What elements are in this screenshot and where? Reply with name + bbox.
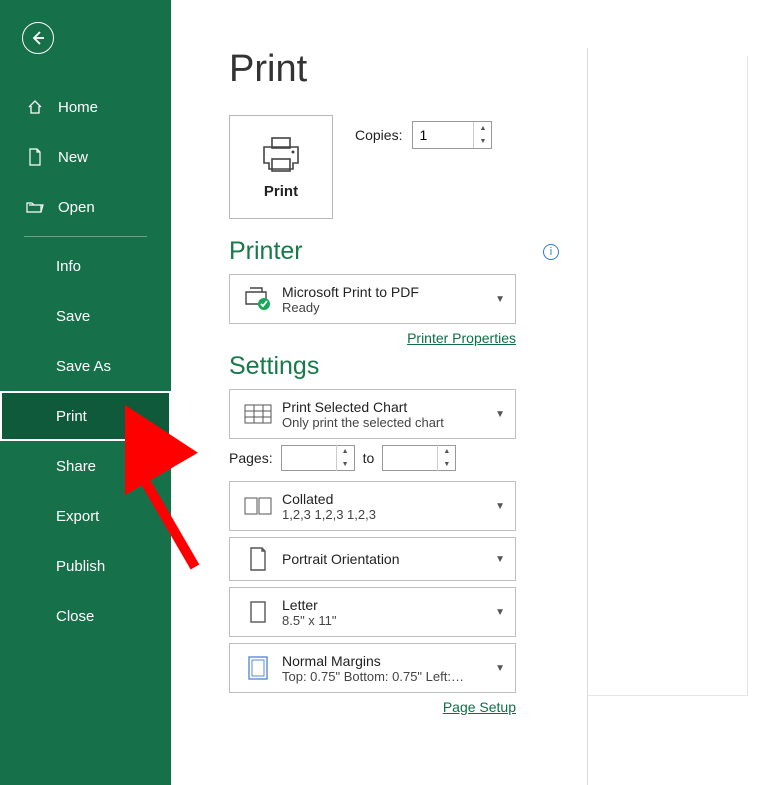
orientation-title: Portrait Orientation (282, 551, 493, 567)
pages-to-label: to (363, 450, 375, 466)
sidebar-item-label: Save As (56, 358, 111, 375)
pages-to-spinner[interactable]: ▲▼ (382, 445, 456, 471)
copies-increment[interactable]: ▲ (474, 122, 491, 135)
collate-selector[interactable]: Collated 1,2,3 1,2,3 1,2,3 ▼ (229, 481, 516, 531)
sidebar-item-new[interactable]: New (0, 132, 171, 182)
pages-to-down[interactable]: ▼ (438, 458, 455, 471)
back-arrow-icon (30, 30, 46, 46)
pages-from-up[interactable]: ▲ (337, 445, 354, 458)
printer-heading: Printer (229, 237, 303, 266)
chevron-down-icon: ▼ (493, 607, 507, 618)
copies-label: Copies: (355, 127, 402, 143)
scope-title: Print Selected Chart (282, 399, 493, 415)
sidebar-item-label: Print (56, 408, 87, 425)
copies-spinner[interactable]: ▲ ▼ (412, 121, 492, 149)
sidebar-item-home[interactable]: Home (0, 82, 171, 132)
sidebar-item-open[interactable]: Open (0, 182, 171, 232)
grid-icon (238, 404, 278, 424)
pages-label: Pages: (229, 450, 273, 466)
margins-selector[interactable]: Normal Margins Top: 0.75" Bottom: 0.75" … (229, 643, 516, 693)
sidebar-item-label: Open (58, 199, 95, 216)
folder-open-icon (24, 200, 46, 214)
sidebar-item-label: Info (56, 258, 81, 275)
back-button[interactable] (22, 22, 54, 54)
chevron-down-icon: ▼ (493, 663, 507, 674)
sidebar-item-close[interactable]: Close (0, 591, 171, 641)
chevron-down-icon: ▼ (493, 501, 507, 512)
paper-size-selector[interactable]: Letter 8.5" x 11" ▼ (229, 587, 516, 637)
paper-sub: 8.5" x 11" (282, 613, 493, 628)
page-title: Print (229, 48, 559, 91)
copies-decrement[interactable]: ▼ (474, 135, 491, 148)
printer-status: Ready (282, 300, 493, 315)
scope-sub: Only print the selected chart (282, 415, 493, 430)
collate-title: Collated (282, 491, 493, 507)
printer-selector[interactable]: Microsoft Print to PDF Ready ▼ (229, 274, 516, 324)
sidebar-item-label: New (58, 149, 88, 166)
pages-to-up[interactable]: ▲ (438, 445, 455, 458)
orientation-selector[interactable]: Portrait Orientation ▼ (229, 537, 516, 581)
printer-properties-link[interactable]: Printer Properties (407, 330, 516, 346)
home-icon (24, 99, 46, 115)
copies-input[interactable] (413, 127, 473, 143)
printer-icon (259, 135, 303, 175)
pages-to-input[interactable] (383, 450, 437, 466)
print-button-label: Print (264, 183, 298, 200)
preview-page (588, 56, 748, 696)
backstage-sidebar: Home New Open Info Save Save As Print Sh… (0, 0, 171, 785)
sidebar-item-save[interactable]: Save (0, 291, 171, 341)
sidebar-item-share[interactable]: Share (0, 441, 171, 491)
sidebar-item-label: Home (58, 99, 98, 116)
sidebar-divider (24, 236, 147, 237)
chevron-down-icon: ▼ (493, 294, 507, 305)
sidebar-item-export[interactable]: Export (0, 491, 171, 541)
print-button[interactable]: Print (229, 115, 333, 219)
sidebar-item-label: Close (56, 608, 94, 625)
new-file-icon (24, 148, 46, 166)
sidebar-item-save-as[interactable]: Save As (0, 341, 171, 391)
print-preview-area (587, 48, 748, 785)
sidebar-item-label: Publish (56, 558, 105, 575)
paper-icon (238, 600, 278, 624)
sidebar-item-label: Save (56, 308, 90, 325)
sidebar-item-label: Share (56, 458, 96, 475)
info-icon[interactable]: i (543, 244, 559, 260)
chevron-down-icon: ▼ (493, 554, 507, 565)
chevron-down-icon: ▼ (493, 409, 507, 420)
margins-sub: Top: 0.75" Bottom: 0.75" Left:… (282, 669, 493, 684)
settings-heading: Settings (229, 352, 319, 381)
print-scope-selector[interactable]: Print Selected Chart Only print the sele… (229, 389, 516, 439)
paper-title: Letter (282, 597, 493, 613)
print-panel: Print Print Copies: ▲ ▼ (171, 0, 778, 785)
pages-from-down[interactable]: ▼ (337, 458, 354, 471)
pages-from-spinner[interactable]: ▲▼ (281, 445, 355, 471)
margins-icon (238, 655, 278, 681)
page-setup-link[interactable]: Page Setup (443, 699, 516, 715)
printer-ready-icon (238, 286, 278, 312)
collate-sub: 1,2,3 1,2,3 1,2,3 (282, 507, 493, 522)
sidebar-item-print[interactable]: Print (0, 391, 171, 441)
collate-icon (238, 496, 278, 516)
pages-from-input[interactable] (282, 450, 336, 466)
sidebar-item-label: Export (56, 508, 99, 525)
printer-name: Microsoft Print to PDF (282, 284, 493, 300)
portrait-icon (238, 546, 278, 572)
pages-range-row: Pages: ▲▼ to ▲▼ (229, 445, 516, 471)
sidebar-item-publish[interactable]: Publish (0, 541, 171, 591)
margins-title: Normal Margins (282, 653, 493, 669)
sidebar-item-info[interactable]: Info (0, 241, 171, 291)
